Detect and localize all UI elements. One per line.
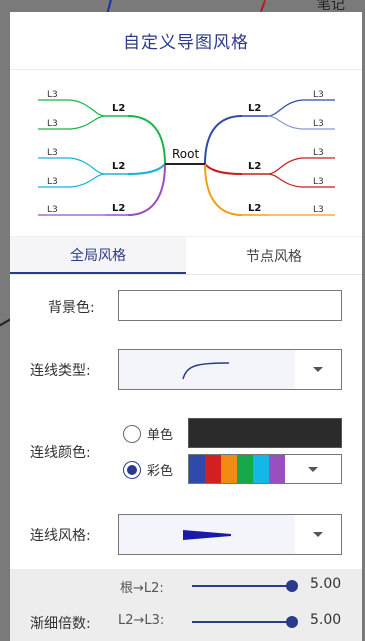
tab-node-style[interactable]: 节点风格 — [186, 237, 362, 274]
palette-chip — [205, 455, 221, 483]
mindmap-preview: L3 L3 L3 L3 L3 L2 L2 L2 Root L2 L2 L2 L3… — [10, 70, 362, 237]
curved-line-icon — [182, 361, 230, 379]
preview-l3-label: L3 — [47, 119, 58, 129]
palette-chip — [269, 455, 285, 483]
root-l2-value: 5.00 — [310, 576, 342, 592]
palette-chip — [253, 455, 269, 483]
root-l2-label: 根→L2: — [120, 581, 164, 596]
palette-chips — [189, 455, 285, 483]
line-style-select[interactable] — [118, 514, 342, 555]
l2-l3-label: L2→L3: — [118, 613, 165, 628]
preview-l2-label: L2 — [248, 203, 262, 214]
preview-l3-label: L3 — [47, 205, 58, 215]
root-l2-slider-track[interactable] — [192, 585, 292, 587]
taper-label: 渐细倍数: — [30, 616, 91, 632]
preview-l3-label: L3 — [313, 119, 324, 129]
line-type-select[interactable] — [118, 349, 342, 390]
chevron-down-icon — [295, 515, 341, 554]
chevron-down-icon — [295, 350, 341, 389]
color-palette-select[interactable] — [188, 454, 342, 484]
tab-global-style[interactable]: 全局风格 — [10, 237, 186, 274]
preview-l2-label: L2 — [248, 103, 262, 114]
taper-section: 根→L2: 5.00 渐细倍数: L2→L3: 5.00 — [10, 569, 362, 641]
root-l2-slider-knob[interactable] — [286, 580, 298, 592]
l2-l3-value: 5.00 — [310, 612, 342, 628]
line-type-label: 连线类型: — [30, 363, 91, 379]
background-branch-line — [260, 0, 266, 12]
radio-mono-label: 单色 — [147, 428, 174, 443]
palette-chip — [237, 455, 253, 483]
line-type-preview — [119, 350, 295, 389]
preview-l3-label: L3 — [47, 177, 58, 187]
line-style-preview — [119, 515, 295, 554]
radio-multi-label: 彩色 — [147, 464, 174, 479]
preview-l2-label: L2 — [112, 203, 126, 214]
palette-chip — [189, 455, 205, 483]
mono-color-swatch[interactable] — [188, 418, 342, 448]
background-color-label: 背景色: — [48, 300, 95, 316]
preview-l2-label: L2 — [112, 161, 126, 172]
style-tabs: 全局风格 节点风格 — [10, 237, 362, 275]
preview-l3-label: L3 — [313, 148, 324, 158]
radio-mono-color[interactable]: 单色 — [123, 424, 173, 443]
preview-l3-label: L3 — [313, 205, 324, 215]
palette-chip — [221, 455, 237, 483]
tapered-line-icon — [183, 529, 231, 540]
preview-l3-label: L3 — [47, 148, 58, 158]
radio-circle-selected — [123, 460, 141, 479]
l2-l3-slider-track[interactable] — [192, 621, 292, 623]
radio-circle — [123, 424, 141, 443]
preview-root-label: Root — [172, 147, 200, 161]
preview-l3-label: L3 — [313, 177, 324, 187]
preview-l3-label: L3 — [47, 90, 58, 100]
line-style-label: 连线风格: — [30, 528, 91, 544]
preview-l3-label: L3 — [313, 90, 324, 100]
preview-l2-label: L2 — [112, 103, 126, 114]
preview-l2-label: L2 — [248, 161, 262, 172]
custom-style-dialog: 自定义导图风格 L3 L3 L3 L3 L3 L2 L2 L2 Root L2 … — [10, 12, 362, 641]
dialog-title: 自定义导图风格 — [10, 12, 362, 70]
chevron-down-icon — [285, 455, 341, 483]
background-color-picker[interactable] — [118, 290, 342, 321]
radio-multi-color[interactable]: 彩色 — [123, 460, 173, 479]
line-color-label: 连线颜色: — [30, 445, 91, 461]
l2-l3-slider-knob[interactable] — [286, 616, 298, 628]
